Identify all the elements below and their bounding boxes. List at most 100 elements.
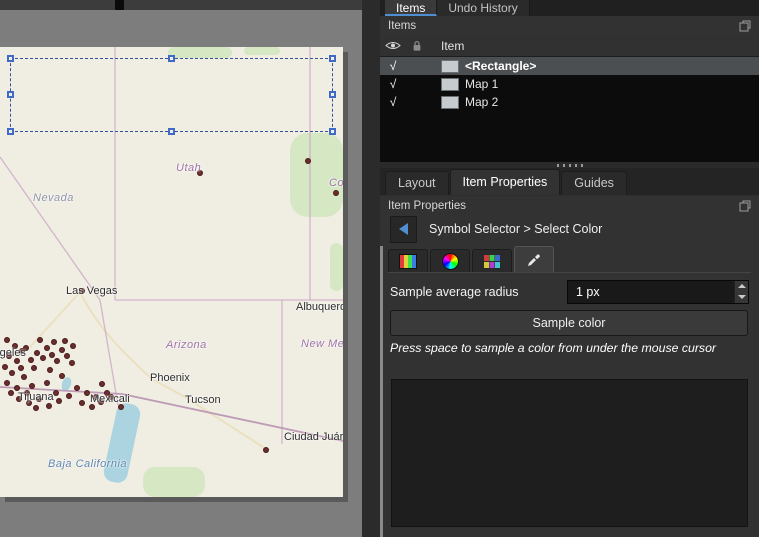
city-label-ciudad-ju-rez: Ciudad Juárez (284, 431, 343, 443)
state-label-nevada: Nevada (33, 192, 74, 204)
map-point (305, 158, 311, 164)
item-thumbnail (441, 96, 459, 109)
eyedropper-icon (526, 252, 542, 268)
item-properties-title-bar: Item Properties (380, 196, 759, 215)
map-point (74, 385, 80, 391)
city-label-mexicali: Mexicali (90, 393, 130, 405)
color-swatches-icon (484, 255, 500, 268)
selection-handle-nw[interactable] (7, 55, 14, 62)
items-panel-title: Items (388, 20, 416, 32)
item-properties-title: Item Properties (388, 200, 466, 212)
visibility-checkbox[interactable]: √ (380, 59, 406, 73)
spin-up-button[interactable] (735, 281, 748, 292)
ruler-strip (0, 0, 362, 10)
color-ramp-icon (399, 254, 417, 269)
item-label: <Rectangle> (465, 59, 536, 73)
item-row-map-1[interactable]: √ Map 1 (380, 75, 759, 93)
map-point (33, 405, 39, 411)
selection-handle-ne[interactable] (329, 55, 336, 62)
back-button[interactable] (390, 216, 417, 243)
item-row-map-2[interactable]: √ Map 2 (380, 93, 759, 111)
state-label-baja-california: Baja California (48, 458, 127, 470)
breadcrumb: Symbol Selector > Select Color (390, 216, 749, 242)
map-point (62, 338, 68, 344)
color-picker-tab-bar (388, 246, 751, 273)
sample-radius-label: Sample average radius (390, 285, 519, 299)
item-label: Map 2 (465, 95, 498, 109)
panel-divider (362, 0, 380, 537)
sampled-color-preview (391, 379, 748, 527)
visibility-checkbox[interactable]: √ (380, 95, 406, 109)
ruler-mark (115, 0, 124, 10)
map-point (2, 364, 8, 370)
selection-handle-se[interactable] (329, 128, 336, 135)
map-point (18, 365, 24, 371)
selection-handle-n[interactable] (168, 55, 175, 62)
selection-rectangle[interactable] (10, 58, 333, 132)
layout-canvas[interactable]: NevadaUtahColoradoArizonaNew MexicoBaja … (0, 0, 362, 537)
splitter-dots-icon (557, 164, 583, 167)
sample-radius-value[interactable]: 1 px (568, 285, 734, 299)
tab-color-swatches[interactable] (472, 249, 512, 272)
tab-guides[interactable]: Guides (561, 171, 627, 195)
selection-handle-w[interactable] (7, 91, 14, 98)
map-point (69, 360, 75, 366)
map-point (66, 393, 72, 399)
tab-undo-history[interactable]: Undo History (437, 0, 529, 16)
sample-color-button[interactable]: Sample color (390, 310, 748, 336)
spin-down-button[interactable] (735, 292, 748, 303)
item-row--rectangle-[interactable]: √ <Rectangle> (380, 57, 759, 75)
breadcrumb-text: Symbol Selector > Select Color (429, 222, 602, 236)
panel-scrollbar[interactable] (380, 246, 383, 537)
map-point (79, 400, 85, 406)
items-tree: Item √ <Rectangle> √ Map 1 √ Map 2 (380, 35, 759, 162)
tab-color-ramp[interactable] (388, 249, 428, 272)
tab-layout[interactable]: Layout (385, 171, 449, 195)
sampler-help-text: Press space to sample a color from under… (390, 340, 737, 356)
tab-color-sampler[interactable] (514, 246, 554, 272)
map-point (263, 447, 269, 453)
items-panel-title-bar: Items (380, 16, 759, 35)
selection-handle-s[interactable] (168, 128, 175, 135)
map-point (70, 343, 76, 349)
map-point (28, 357, 34, 363)
visibility-checkbox[interactable]: √ (380, 77, 406, 91)
float-panel-icon[interactable] (739, 20, 751, 32)
city-label-tucson: Tucson (185, 394, 221, 406)
spinner-buttons (734, 281, 748, 303)
eye-icon (380, 40, 406, 51)
state-label-utah: Utah (176, 162, 201, 174)
state-label-arizona: Arizona (166, 339, 207, 351)
map-point (59, 347, 65, 353)
map-point (21, 374, 27, 380)
item-thumbnail (441, 60, 459, 73)
right-dock: ItemsUndo History Items Item √ <Rectangl… (380, 0, 759, 537)
items-rows: √ <Rectangle> √ Map 1 √ Map 2 (380, 57, 759, 111)
tab-color-wheel[interactable] (430, 249, 470, 272)
selection-handle-e[interactable] (329, 91, 336, 98)
back-arrow-icon (399, 223, 408, 235)
lock-icon (406, 40, 428, 52)
city-label-phoenix: Phoenix (150, 372, 190, 384)
map-point (9, 370, 15, 376)
map-point (51, 339, 57, 345)
map-point (4, 380, 10, 386)
city-label-tijuana: Tijuana (18, 391, 54, 403)
map-point (31, 365, 37, 371)
float-panel-icon[interactable] (739, 200, 751, 212)
selection-handle-sw[interactable] (7, 128, 14, 135)
map-point (49, 352, 55, 358)
color-wheel-icon (442, 253, 459, 270)
sample-radius-row: Sample average radius 1 px (390, 279, 749, 304)
tab-items[interactable]: Items (385, 0, 437, 16)
state-label-new-mexico: New Mexico (301, 338, 343, 350)
sample-radius-spinbox[interactable]: 1 px (567, 280, 749, 304)
item-thumbnail (441, 78, 459, 91)
properties-tab-bar: LayoutItem PropertiesGuides (380, 168, 759, 196)
map-point (59, 373, 65, 379)
city-label-albuquerque: Albuquerque (296, 301, 343, 313)
map-point (47, 367, 53, 373)
tab-item-properties[interactable]: Item Properties (450, 169, 561, 195)
map-point (34, 350, 40, 356)
map-point (44, 345, 50, 351)
